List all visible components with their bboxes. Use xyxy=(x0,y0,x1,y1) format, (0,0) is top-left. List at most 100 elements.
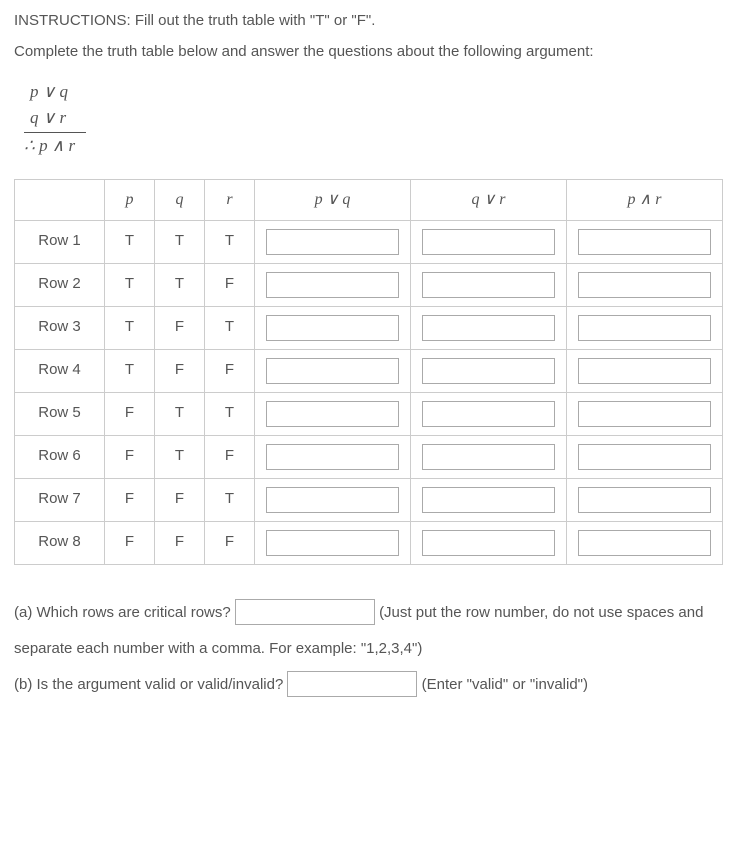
truth-input-pvq[interactable] xyxy=(266,487,398,513)
cell-r: F xyxy=(205,349,255,392)
argument-block: p ∨ q q ∨ r ∴ p ∧ r xyxy=(24,79,723,159)
cell-r: T xyxy=(205,392,255,435)
questions-block: (a) Which rows are critical rows? (Just … xyxy=(14,595,723,703)
cell-input-qvr xyxy=(411,349,567,392)
cell-p: T xyxy=(105,220,155,263)
cell-input-par xyxy=(567,220,723,263)
truth-input-par[interactable] xyxy=(578,401,710,427)
cell-p: F xyxy=(105,478,155,521)
truth-input-qvr[interactable] xyxy=(422,315,554,341)
question-a-input[interactable] xyxy=(235,599,375,625)
cell-input-pvq xyxy=(255,435,411,478)
cell-input-pvq xyxy=(255,263,411,306)
cell-input-par xyxy=(567,478,723,521)
table-row: Row 1TTT xyxy=(15,220,723,263)
cell-p: F xyxy=(105,392,155,435)
cell-p: F xyxy=(105,521,155,564)
cell-input-par xyxy=(567,263,723,306)
cell-q: T xyxy=(155,263,205,306)
truth-input-par[interactable] xyxy=(578,272,710,298)
truth-input-pvq[interactable] xyxy=(266,272,398,298)
cell-input-qvr xyxy=(411,435,567,478)
truth-table: p q r p ∨ q q ∨ r p ∧ r Row 1TTTRow 2TTF… xyxy=(14,179,723,565)
truth-input-pvq[interactable] xyxy=(266,401,398,427)
cell-q: T xyxy=(155,392,205,435)
cell-input-qvr xyxy=(411,263,567,306)
truth-input-pvq[interactable] xyxy=(266,530,398,556)
cell-r: F xyxy=(205,263,255,306)
truth-input-qvr[interactable] xyxy=(422,530,554,556)
explanation-text: Complete the truth table below and answe… xyxy=(14,41,723,64)
question-a-prefix: (a) Which rows are critical rows? xyxy=(14,604,235,621)
premise-1: p ∨ q xyxy=(24,79,723,105)
truth-input-qvr[interactable] xyxy=(422,444,554,470)
table-row: Row 8FFF xyxy=(15,521,723,564)
cell-r: F xyxy=(205,521,255,564)
cell-q: F xyxy=(155,306,205,349)
cell-p: T xyxy=(105,263,155,306)
cell-r: T xyxy=(205,478,255,521)
table-row: Row 2TTF xyxy=(15,263,723,306)
cell-input-qvr xyxy=(411,392,567,435)
table-row: Row 6FTF xyxy=(15,435,723,478)
table-row: Row 7FFT xyxy=(15,478,723,521)
question-b-prefix: (b) Is the argument valid or valid/inval… xyxy=(14,676,287,693)
cell-q: T xyxy=(155,435,205,478)
truth-input-pvq[interactable] xyxy=(266,358,398,384)
cell-q: F xyxy=(155,521,205,564)
truth-input-par[interactable] xyxy=(578,487,710,513)
premise-2: q ∨ r xyxy=(24,105,86,134)
truth-input-par[interactable] xyxy=(578,229,710,255)
row-label: Row 3 xyxy=(15,306,105,349)
table-row: Row 4TFF xyxy=(15,349,723,392)
question-b-input[interactable] xyxy=(287,671,417,697)
truth-input-par[interactable] xyxy=(578,315,710,341)
cell-p: T xyxy=(105,349,155,392)
cell-r: T xyxy=(205,220,255,263)
truth-input-qvr[interactable] xyxy=(422,487,554,513)
truth-input-par[interactable] xyxy=(578,530,710,556)
truth-input-qvr[interactable] xyxy=(422,229,554,255)
cell-input-par xyxy=(567,306,723,349)
row-label: Row 7 xyxy=(15,478,105,521)
header-r: r xyxy=(205,179,255,220)
truth-input-pvq[interactable] xyxy=(266,229,398,255)
cell-input-pvq xyxy=(255,220,411,263)
cell-input-qvr xyxy=(411,521,567,564)
row-label: Row 2 xyxy=(15,263,105,306)
header-p: p xyxy=(105,179,155,220)
cell-q: F xyxy=(155,478,205,521)
header-row xyxy=(15,179,105,220)
table-row: Row 3TFT xyxy=(15,306,723,349)
row-label: Row 4 xyxy=(15,349,105,392)
cell-p: T xyxy=(105,306,155,349)
cell-r: F xyxy=(205,435,255,478)
truth-input-qvr[interactable] xyxy=(422,358,554,384)
row-label: Row 6 xyxy=(15,435,105,478)
cell-q: T xyxy=(155,220,205,263)
header-q: q xyxy=(155,179,205,220)
truth-input-par[interactable] xyxy=(578,444,710,470)
cell-input-par xyxy=(567,435,723,478)
truth-input-par[interactable] xyxy=(578,358,710,384)
cell-input-par xyxy=(567,521,723,564)
truth-input-qvr[interactable] xyxy=(422,401,554,427)
cell-input-par xyxy=(567,349,723,392)
header-par: p ∧ r xyxy=(567,179,723,220)
row-label: Row 1 xyxy=(15,220,105,263)
truth-input-qvr[interactable] xyxy=(422,272,554,298)
cell-input-pvq xyxy=(255,306,411,349)
question-b: (b) Is the argument valid or valid/inval… xyxy=(14,667,723,703)
truth-input-pvq[interactable] xyxy=(266,444,398,470)
cell-input-qvr xyxy=(411,306,567,349)
row-label: Row 8 xyxy=(15,521,105,564)
header-qvr: q ∨ r xyxy=(411,179,567,220)
cell-p: F xyxy=(105,435,155,478)
cell-q: F xyxy=(155,349,205,392)
question-b-suffix: (Enter "valid" or "invalid") xyxy=(422,676,588,693)
table-row: Row 5FTT xyxy=(15,392,723,435)
cell-input-qvr xyxy=(411,220,567,263)
cell-input-par xyxy=(567,392,723,435)
instructions-text: INSTRUCTIONS: Fill out the truth table w… xyxy=(14,10,723,33)
truth-input-pvq[interactable] xyxy=(266,315,398,341)
